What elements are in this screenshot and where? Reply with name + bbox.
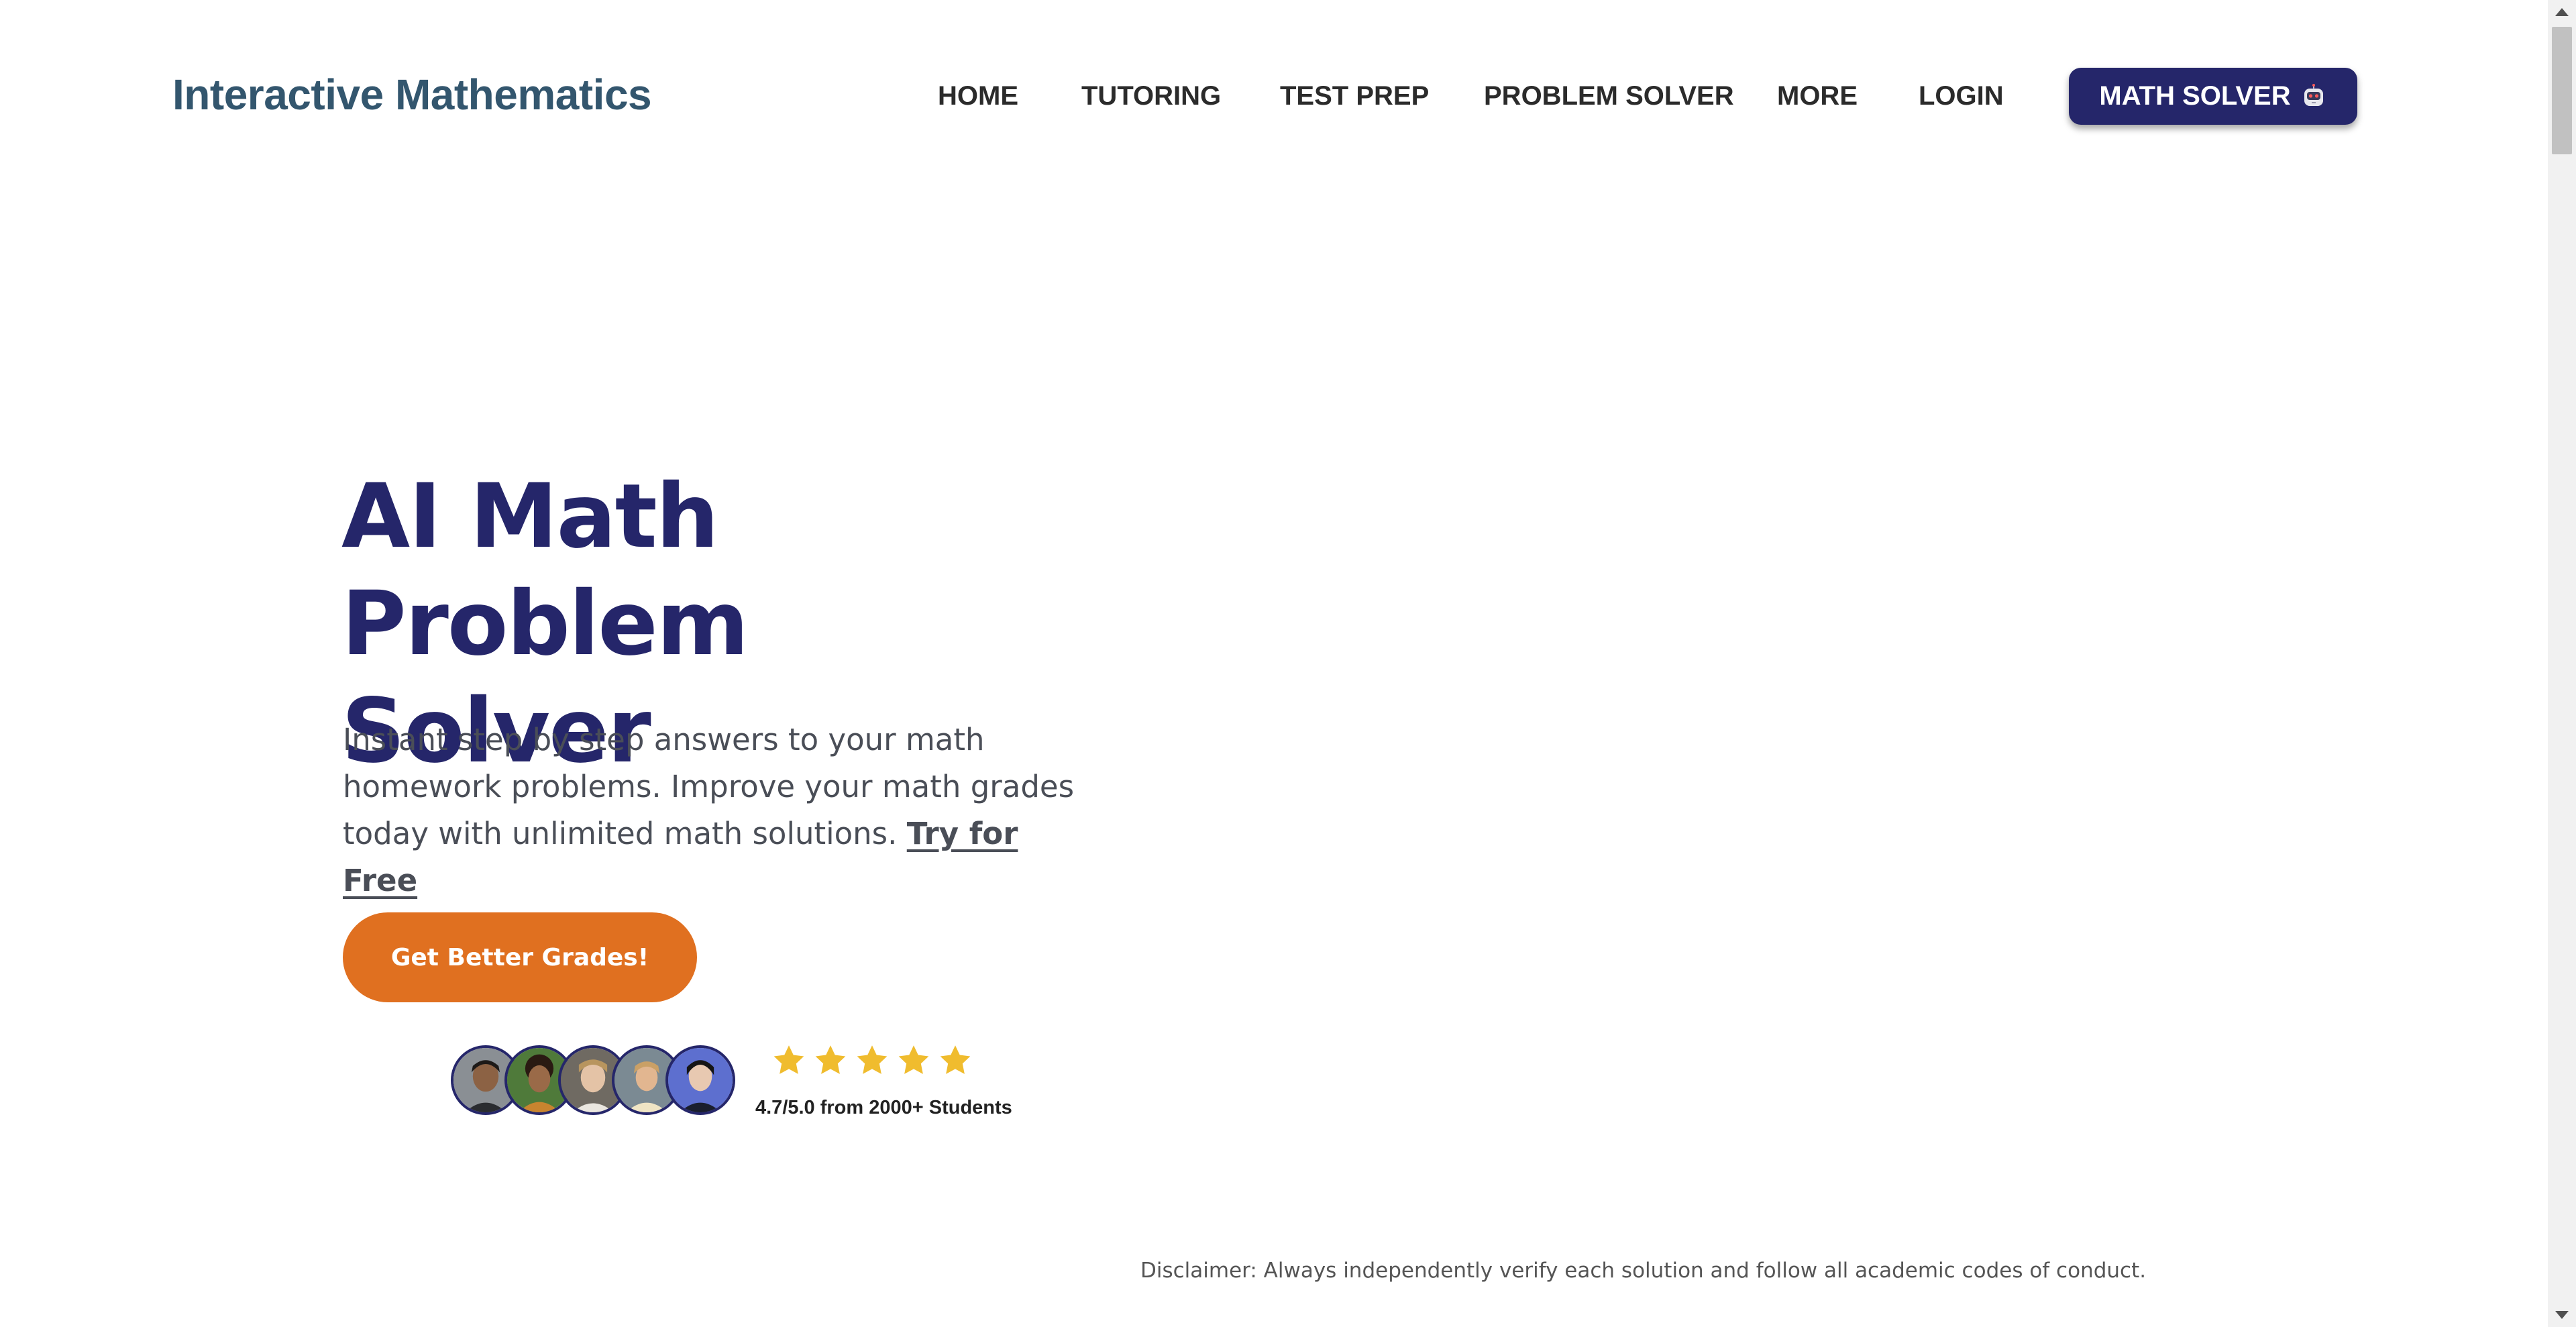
- scrollbar-thumb[interactable]: [2552, 27, 2572, 154]
- hero-title-line-1: AI Math Problem: [341, 465, 749, 676]
- page: Interactive Mathematics HOME TUTORING TE…: [0, 0, 2548, 1327]
- star-icon: [815, 1045, 846, 1074]
- nav-more[interactable]: MORE: [1777, 79, 1858, 113]
- math-solver-button[interactable]: MATH SOLVER: [2069, 68, 2357, 125]
- star-icon: [940, 1045, 971, 1074]
- nav-login[interactable]: LOGIN: [1919, 79, 2004, 113]
- star-icon: [857, 1045, 888, 1074]
- star-icon: [773, 1045, 804, 1074]
- disclaimer-text: Disclaimer: Always independently verify …: [1140, 1259, 2147, 1283]
- robot-icon: [2300, 83, 2327, 110]
- scroll-up-arrow-icon[interactable]: [2548, 0, 2576, 24]
- scroll-down-arrow-icon[interactable]: [2548, 1303, 2576, 1327]
- student-avatars: [451, 1045, 746, 1119]
- nav-home[interactable]: HOME: [938, 79, 1018, 113]
- star-icon: [898, 1045, 929, 1074]
- vertical-scrollbar[interactable]: [2548, 0, 2576, 1327]
- get-better-grades-button[interactable]: Get Better Grades!: [343, 912, 697, 1002]
- nav-tutoring[interactable]: TUTORING: [1081, 79, 1221, 113]
- rating-text: 4.7/5.0 from 2000+ Students: [755, 1097, 1012, 1118]
- nav-problem-solver[interactable]: PROBLEM SOLVER: [1484, 79, 1734, 113]
- site-logo[interactable]: Interactive Mathematics: [172, 70, 652, 119]
- rating-stars: [771, 1043, 973, 1078]
- hero-description: Instant step by step answers to your mat…: [343, 716, 1094, 904]
- avatar: [665, 1045, 735, 1115]
- math-solver-label: MATH SOLVER: [2099, 81, 2291, 111]
- nav-test-prep[interactable]: TEST PREP: [1280, 79, 1429, 113]
